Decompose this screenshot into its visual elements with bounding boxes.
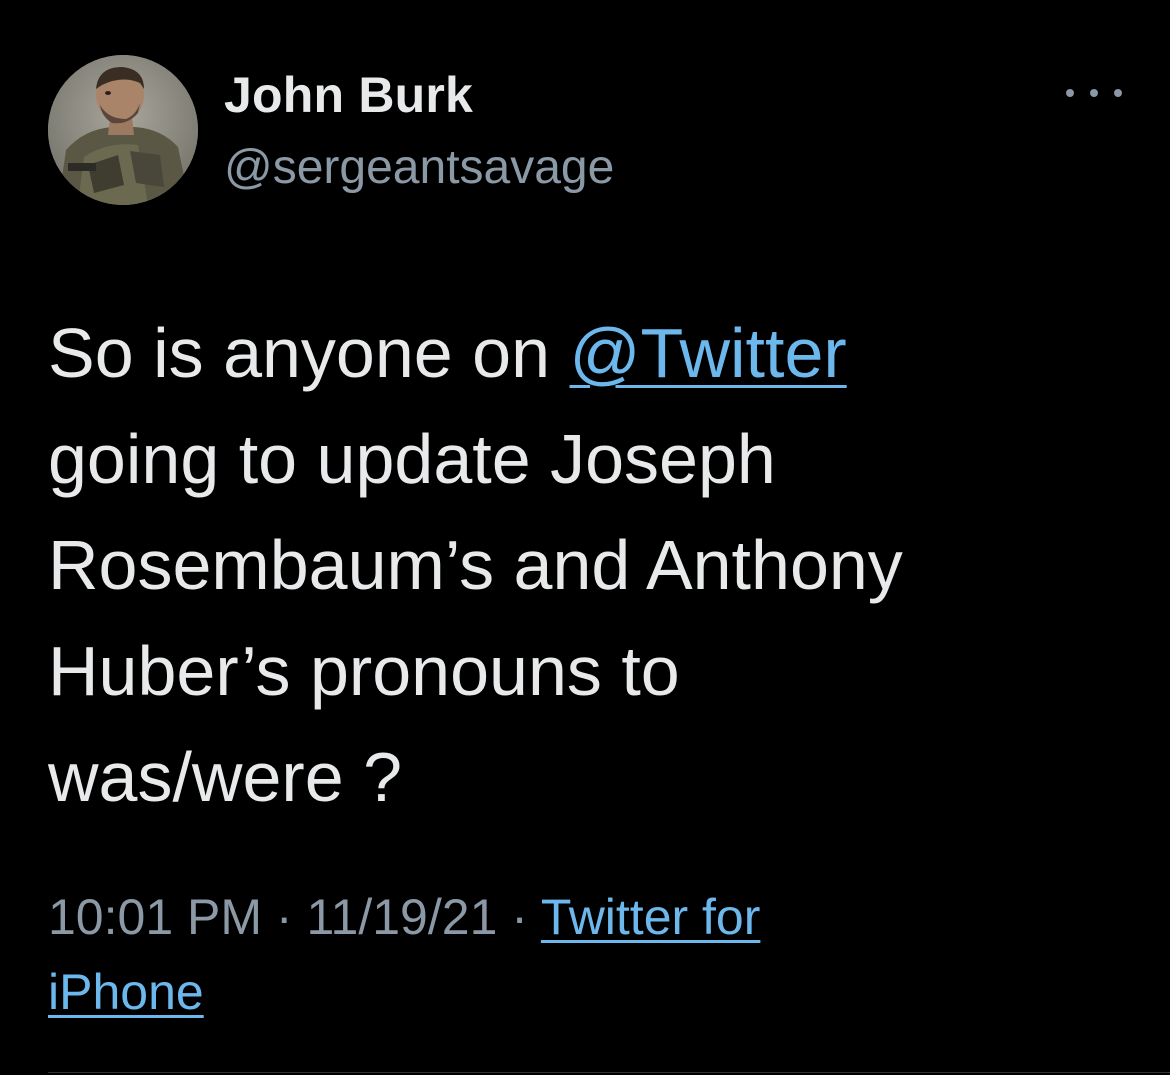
tweet-line-4: Huber’s pronouns to [48,632,680,710]
source-link[interactable]: Twitter for [541,889,760,945]
more-options-icon[interactable] [1066,78,1122,108]
more-dot [1066,89,1074,97]
tweet-text-segment: So is anyone on [48,314,570,392]
meta-separator: · [262,889,307,945]
divider [48,1072,1170,1073]
more-dot [1090,89,1098,97]
author-handle[interactable]: @sergeantsavage [224,140,614,195]
tweet-text: So is anyone on @Twitter going to update… [48,300,1138,830]
tweet-line-2: going to update Joseph [48,420,776,498]
avatar-photo [48,55,198,205]
tweet-date[interactable]: 11/19/21 [306,889,497,945]
metadata-line-2: iPhone [48,955,1138,1030]
tweet-time[interactable]: 10:01 PM [48,889,262,945]
tweet-line-3: Rosembaum’s and Anthony [48,526,903,604]
avatar[interactable] [48,55,198,205]
tweet-line-1: So is anyone on @Twitter [48,300,1138,406]
tweet-detail: John Burk @sergeantsavage So is anyone o… [0,0,1170,1075]
author-display-name[interactable]: John Burk [224,66,473,124]
tweet-metadata: 10:01 PM · 11/19/21 · Twitter for iPhone [48,880,1138,1030]
source-link-continued[interactable]: iPhone [48,964,204,1020]
metadata-line-1: 10:01 PM · 11/19/21 · Twitter for [48,880,1138,955]
more-dot [1114,89,1122,97]
mention-link[interactable]: @Twitter [569,314,846,392]
meta-separator: · [497,889,541,945]
tweet-line-5: was/were ? [48,738,403,816]
